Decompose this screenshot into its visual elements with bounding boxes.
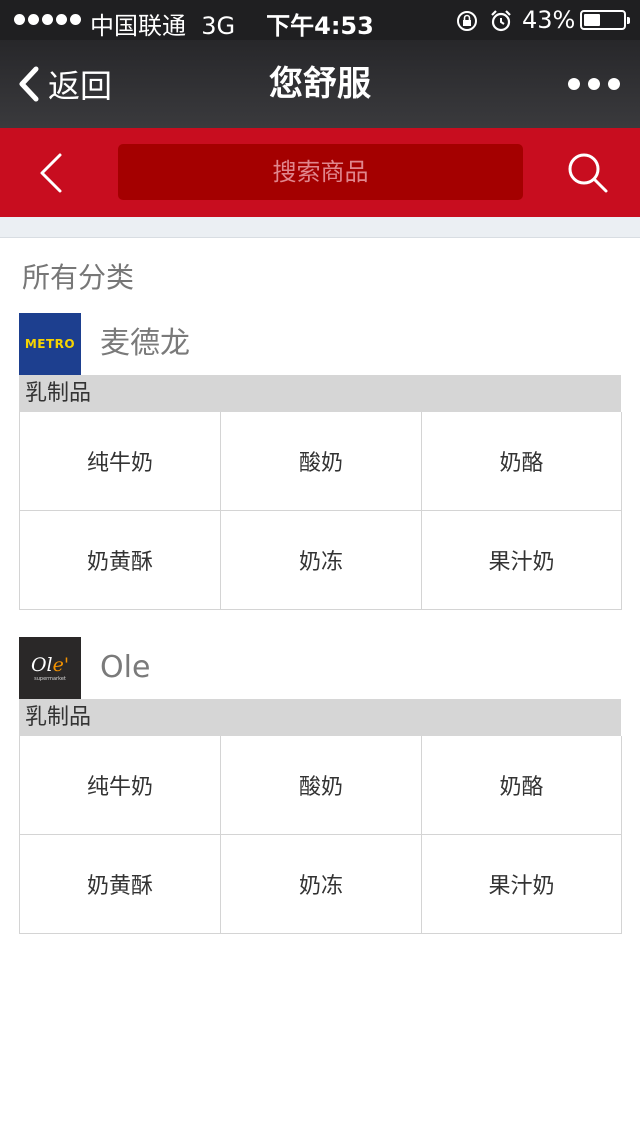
rotation-lock-icon: [455, 9, 479, 39]
category-item[interactable]: 酸奶: [221, 736, 422, 835]
category-header: 乳制品: [19, 375, 621, 412]
search-button[interactable]: [560, 146, 616, 200]
category-item[interactable]: 纯牛奶: [20, 736, 221, 835]
logo-text: METRO: [24, 337, 76, 351]
category-item[interactable]: 纯牛奶: [20, 412, 221, 511]
store-header[interactable]: METRO 麦德龙: [19, 313, 621, 375]
category-item[interactable]: 奶酪: [422, 412, 622, 511]
store-name: Ole: [100, 650, 151, 685]
battery-icon: [580, 10, 630, 30]
category-item[interactable]: 奶酪: [422, 736, 622, 835]
chevron-left-icon: [19, 66, 39, 102]
search-input[interactable]: 搜索商品: [118, 144, 523, 200]
category-item[interactable]: 酸奶: [221, 412, 422, 511]
search-header: 搜索商品: [0, 128, 640, 217]
navigation-bar: 返回 您舒服: [0, 40, 640, 128]
status-bar: 中国联通 3G 下午4:53 43%: [0, 0, 640, 40]
category-item[interactable]: 奶黄酥: [20, 511, 221, 610]
ole-logo: Ole' supermarket: [19, 637, 81, 699]
category-item[interactable]: 奶冻: [221, 835, 422, 934]
battery-percent: 43%: [522, 6, 576, 34]
search-icon: [568, 153, 608, 193]
category-item[interactable]: 果汁奶: [422, 511, 622, 610]
more-dots-icon: [568, 78, 580, 90]
category-grid: 纯牛奶 酸奶 奶酪 奶黄酥 奶冻 果汁奶: [19, 736, 622, 934]
section-title: 所有分类: [22, 261, 135, 294]
store-ole: Ole' supermarket Ole 乳制品 纯牛奶 酸奶 奶酪 奶黄酥 奶…: [19, 637, 622, 934]
category-grid: 纯牛奶 酸奶 奶酪 奶黄酥 奶冻 果汁奶: [19, 412, 622, 610]
metro-logo: METRO: [19, 313, 81, 375]
category-header: 乳制品: [19, 699, 621, 736]
category-item[interactable]: 奶冻: [221, 511, 422, 610]
logo-text: Ole': [30, 653, 70, 676]
search-back-button[interactable]: [26, 148, 76, 198]
store-metro: METRO 麦德龙 乳制品 纯牛奶 酸奶 奶酪 奶黄酥 奶冻 果汁奶: [19, 313, 622, 610]
store-header[interactable]: Ole' supermarket Ole: [19, 637, 621, 699]
alarm-icon: [489, 9, 513, 39]
header-divider: [0, 217, 640, 238]
back-button[interactable]: 返回: [18, 40, 112, 128]
back-label: 返回: [48, 67, 113, 105]
more-menu-button[interactable]: [568, 40, 620, 128]
chevron-left-icon: [40, 153, 62, 193]
store-name: 麦德龙: [100, 326, 190, 361]
category-item[interactable]: 果汁奶: [422, 835, 622, 934]
logo-subtext: supermarket: [34, 675, 66, 682]
category-item[interactable]: 奶黄酥: [20, 835, 221, 934]
